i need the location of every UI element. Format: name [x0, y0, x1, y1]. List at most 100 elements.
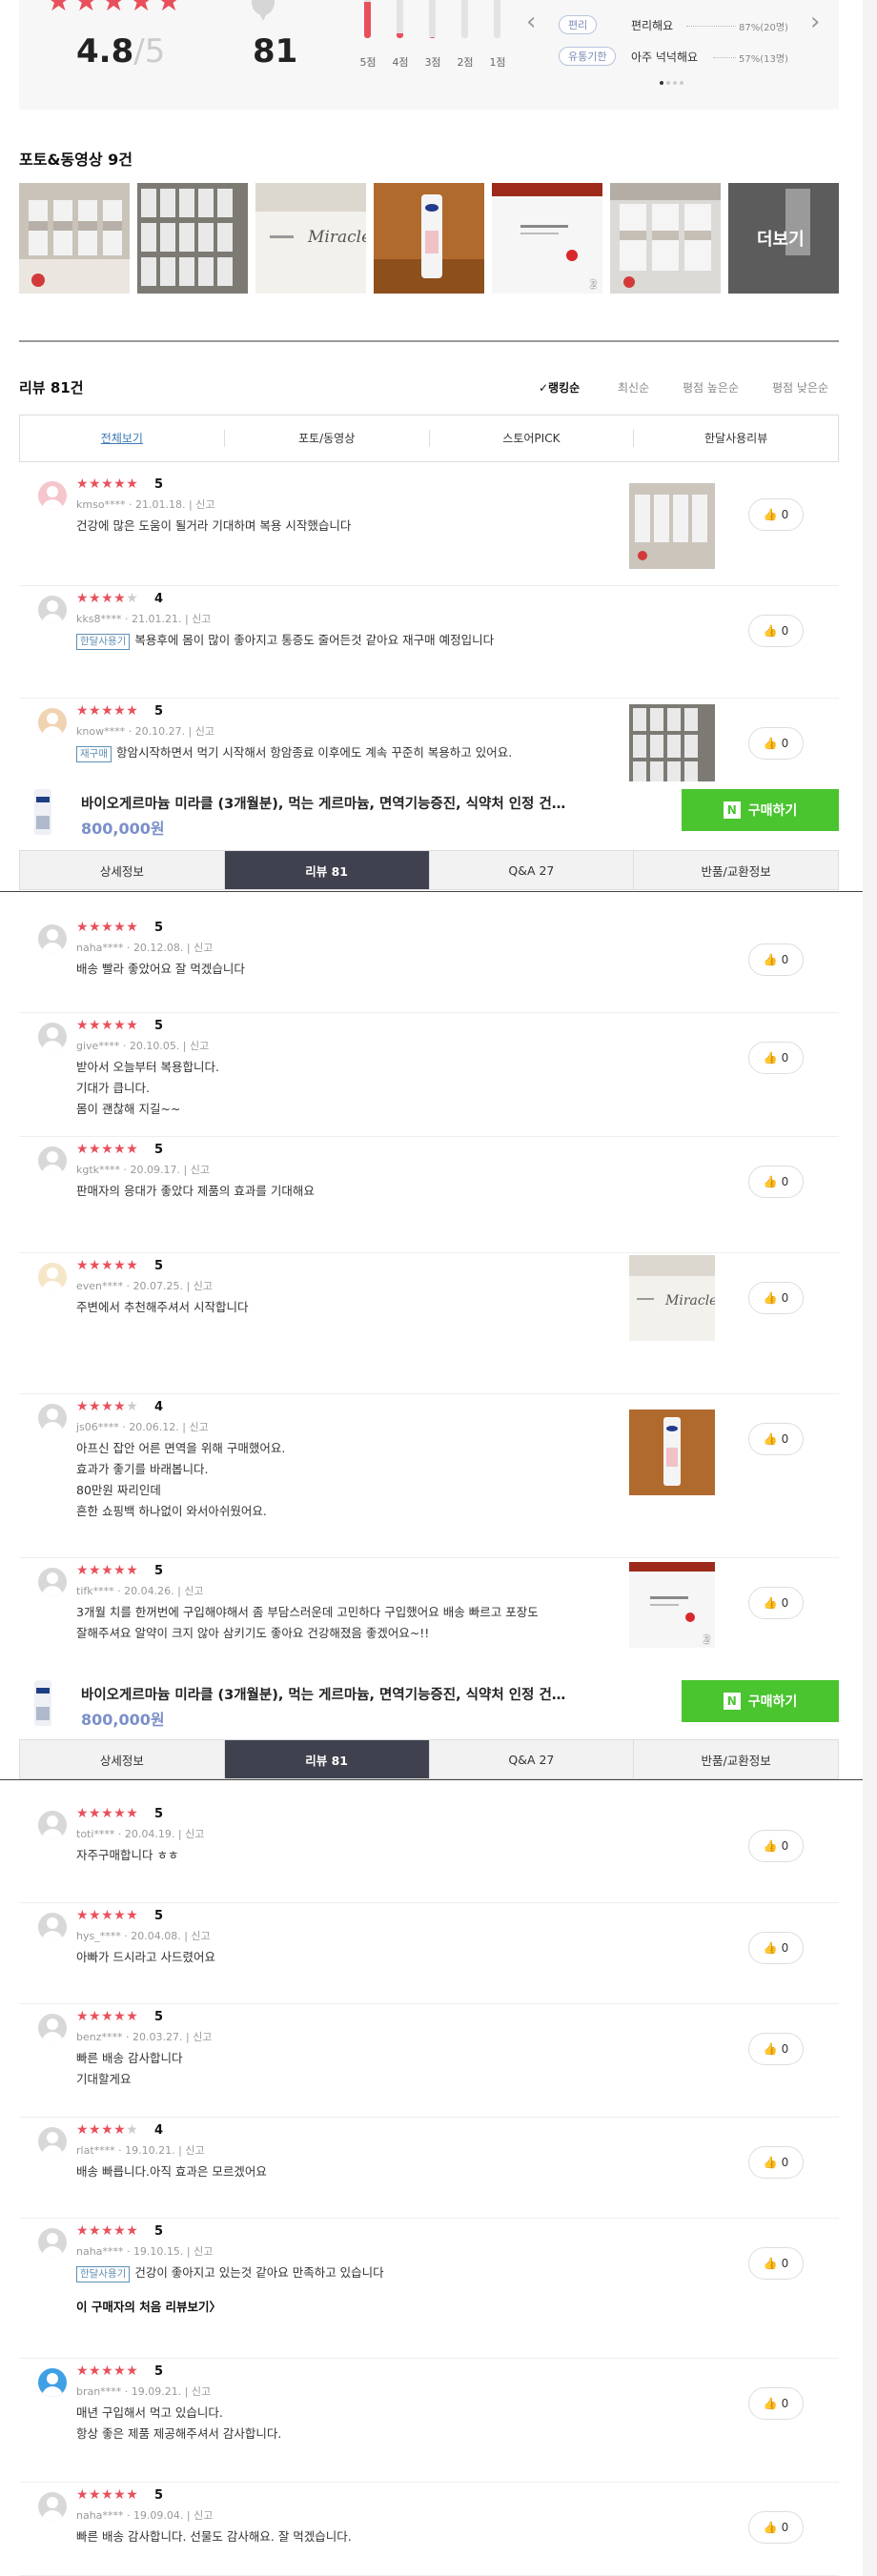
report-link[interactable]: 신고	[193, 2031, 212, 2043]
review-stars: ★★★★★	[76, 1563, 139, 1578]
photo-count-badge: 2	[704, 1633, 710, 1646]
like-button[interactable]: 👍 0	[748, 2511, 804, 2544]
report-link[interactable]: 신고	[194, 2245, 213, 2258]
tab-reviews[interactable]: 리뷰 81	[224, 1740, 430, 1778]
like-button[interactable]: 👍 0	[748, 1166, 804, 1198]
review-score: 5	[154, 1019, 164, 1033]
review-user: benz****	[76, 2031, 123, 2043]
report-link[interactable]: 신고	[191, 1930, 210, 1942]
buy-button[interactable]: N 구매하기	[682, 1680, 839, 1722]
photo-more-tile[interactable]: 더보기	[728, 183, 839, 294]
sort-ranking[interactable]: ✓랭킹순	[539, 379, 580, 396]
photo-thumb[interactable]: Miracle	[255, 183, 366, 294]
photo-thumb[interactable]	[610, 183, 721, 294]
photo-thumb[interactable]	[19, 183, 130, 294]
like-button[interactable]: 👍 0	[748, 1423, 804, 1455]
sort-rating-high[interactable]: 평점 높은순	[683, 379, 739, 396]
scrollbar-track[interactable]	[863, 0, 877, 2576]
like-count: 0	[781, 1941, 789, 1955]
filter-photo-video[interactable]: 포토/동영상	[225, 430, 430, 447]
tab-qna[interactable]: Q&A 27	[430, 851, 635, 889]
like-button[interactable]: 👍 0	[748, 1830, 804, 1862]
photo-thumb[interactable]: 2	[492, 183, 602, 294]
like-button[interactable]: 👍 0	[748, 2146, 804, 2179]
keyword-next-icon[interactable]: ›	[810, 8, 820, 36]
review-item: ★★★★★ 5 even**** · 20.07.25. | 신고 주변에서 추천해주…	[19, 1253, 839, 1394]
report-link[interactable]: 신고	[191, 1164, 210, 1176]
tab-qna[interactable]: Q&A 27	[430, 1740, 635, 1778]
review-photo[interactable]	[629, 704, 715, 790]
report-link[interactable]: 신고	[189, 1421, 208, 1433]
photo-thumb[interactable]	[137, 183, 248, 294]
like-button[interactable]: 👍 0	[748, 943, 804, 976]
report-link[interactable]: 신고	[194, 942, 213, 954]
keyword-text-expiry: 아주 넉넉해요	[631, 51, 699, 64]
svg-text:Miracle: Miracle	[307, 228, 366, 247]
filter-all[interactable]: 전체보기	[20, 430, 225, 447]
thumbs-up-icon: 👍	[763, 2042, 778, 2056]
report-link[interactable]: 신고	[184, 1585, 203, 1597]
tab-details[interactable]: 상세정보	[20, 851, 225, 889]
avatar	[38, 1404, 67, 1432]
report-link[interactable]: 신고	[185, 2144, 204, 2157]
photo-thumb[interactable]	[374, 183, 484, 294]
like-button[interactable]: 👍 0	[748, 1932, 804, 1964]
like-button[interactable]: 👍 0	[748, 1587, 804, 1619]
review-photo[interactable]	[629, 483, 715, 569]
like-button[interactable]: 👍 0	[748, 2387, 804, 2420]
like-button[interactable]: 👍 0	[748, 1282, 804, 1314]
first-review-link[interactable]: 이 구매자의 처음 리뷰보기〉	[76, 2297, 221, 2315]
thumbs-up-icon: 👍	[763, 624, 778, 638]
buy-button[interactable]: N 구매하기	[682, 789, 839, 831]
sort-latest[interactable]: 최신순	[618, 379, 649, 396]
keyword-pager[interactable]	[660, 74, 686, 89]
like-button[interactable]: 👍 0	[748, 615, 804, 647]
buy-button-label: 구매하기	[747, 803, 798, 819]
review-user: naha****	[76, 942, 124, 954]
report-link[interactable]: 신고	[194, 2509, 213, 2522]
report-link[interactable]: 신고	[185, 1828, 204, 1840]
tab-reviews[interactable]: 리뷰 81	[224, 851, 430, 889]
review-user: naha****	[76, 2509, 124, 2522]
review-date: 20.04.08.	[131, 1930, 181, 1942]
tab-returns[interactable]: 반품/교환정보	[634, 1740, 838, 1778]
thumbs-up-icon: 👍	[763, 1432, 778, 1446]
review-score: 5	[154, 477, 164, 492]
like-button[interactable]: 👍 0	[748, 1042, 804, 1074]
review-user: hys_****	[76, 1930, 121, 1942]
like-button[interactable]: 👍 0	[748, 2033, 804, 2065]
review-item: ★★★★★ 5 kgtk**** · 20.09.17. | 신고 판매자의 응대가 …	[19, 1137, 839, 1253]
tab-returns[interactable]: 반품/교환정보	[634, 851, 838, 889]
report-link[interactable]: 신고	[192, 2385, 211, 2398]
like-button[interactable]: 👍 0	[748, 498, 804, 531]
review-date: 20.03.27.	[133, 2031, 183, 2043]
photo-more-button[interactable]: 더보기	[757, 226, 805, 251]
report-link[interactable]: 신고	[195, 498, 214, 511]
review-score: 5	[154, 2224, 164, 2239]
review-photo[interactable]	[629, 1410, 715, 1495]
like-button[interactable]: 👍 0	[748, 2247, 804, 2280]
review-photo[interactable]: 2	[629, 1562, 715, 1648]
review-score: 5	[154, 921, 164, 935]
review-text: 판매자의 응대가 좋았다 제품의 효과를 기대해요	[76, 1184, 315, 1198]
avatar	[38, 924, 67, 953]
like-button[interactable]: 👍 0	[748, 727, 804, 760]
report-link[interactable]: 신고	[190, 1040, 209, 1052]
filter-store-pick[interactable]: 스토어PICK	[430, 430, 635, 447]
filter-month-use[interactable]: 한달사용리뷰	[634, 430, 838, 447]
product-tabs: 상세정보 리뷰 81 Q&A 27 반품/교환정보	[19, 1739, 839, 1779]
review-date: 19.09.04.	[133, 2509, 184, 2522]
review-photo[interactable]: Miracle	[629, 1255, 715, 1341]
report-link[interactable]: 신고	[194, 1280, 213, 1292]
review-text: 배송 빠릅니다.아직 효과은 모르겠어요	[76, 2164, 267, 2179]
report-link[interactable]: 신고	[195, 725, 214, 738]
review-meta: know**** · 20.10.27. | 신고	[76, 725, 215, 738]
review-score: 5	[154, 1909, 164, 1923]
tab-details[interactable]: 상세정보	[20, 1740, 225, 1778]
score-label-2: 2점	[457, 56, 474, 69]
sort-rating-low[interactable]: 평점 낮은순	[772, 379, 828, 396]
keyword-prev-icon[interactable]: ‹	[526, 8, 536, 36]
report-link[interactable]: 신고	[192, 613, 211, 625]
review-meta: toti**** · 20.04.19. | 신고	[76, 1828, 205, 1840]
review-meta: hys_**** · 20.04.08. | 신고	[76, 1930, 211, 1942]
